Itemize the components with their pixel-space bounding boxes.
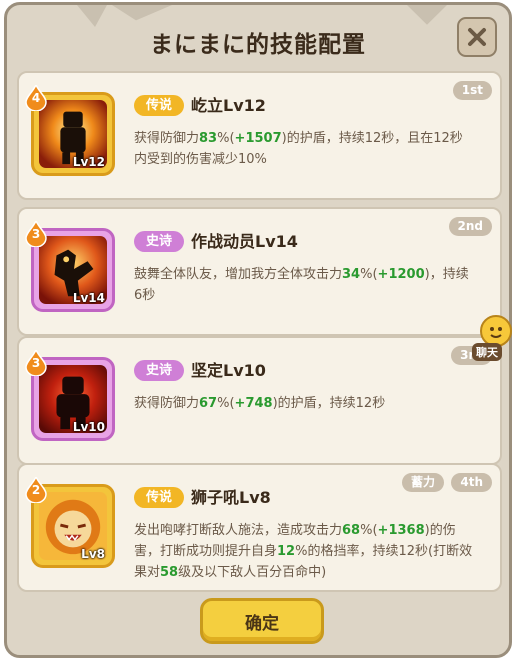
skill-description: 获得防御力83%(+1507)的护盾，持续12秒，且在12秒内受到的伤害减少10… [134, 128, 474, 170]
desc-text: %( [360, 523, 378, 538]
stone-crack-decoration [112, 5, 172, 21]
highlight-value: 34 [342, 267, 361, 282]
skill-description: 获得防御力67%(+748)的护盾，持续12秒 [134, 393, 474, 414]
desc-text: %( [360, 267, 378, 282]
stone-crack-decoration [77, 5, 107, 27]
desc-text: 获得防御力 [134, 396, 200, 411]
rarity-badge: 史诗 [134, 231, 184, 252]
order-badge: 4th [451, 473, 492, 492]
skill-config-dialog: まにまに的技能配置 Lv12 4 传说 屹立Lv12 1st 获得防御力83%(… [4, 2, 512, 658]
skill-name: 屹立Lv12 [191, 96, 266, 115]
close-button[interactable] [457, 17, 497, 57]
highlight-value: 58 [160, 565, 179, 580]
rarity-badge: 传说 [134, 487, 184, 508]
highlight-value: 83 [199, 131, 218, 146]
skill-icon-level: Lv10 [72, 420, 105, 434]
skill-icon-level: Lv8 [81, 547, 105, 561]
dialog-title: まにまに的技能配置 [150, 32, 366, 58]
skill-name: 坚定Lv10 [191, 361, 266, 380]
skill-card[interactable]: Lv10 3 史诗 坚定Lv10 3rd 获得防御力67%(+748)的护盾，持… [17, 336, 502, 465]
rarity-badge: 传说 [134, 95, 184, 116]
skill-card[interactable]: Lv12 4 传说 屹立Lv12 1st 获得防御力83%(+1507)的护盾，… [17, 71, 502, 200]
skill-icon-level: Lv14 [72, 291, 105, 305]
skill-name: 狮子吼Lv8 [191, 488, 271, 507]
rarity-badge: 史诗 [134, 360, 184, 381]
rank-badge: 3 [25, 219, 47, 248]
skill-icon-level: Lv12 [72, 155, 105, 169]
highlight-value: 68 [342, 523, 361, 538]
rank-badge: 4 [25, 83, 47, 112]
stone-crack-decoration [407, 5, 447, 25]
order-badge: 2nd [448, 217, 492, 236]
highlight-value: +748 [234, 396, 273, 411]
chat-label: 聊天 [472, 343, 502, 361]
desc-text: %( [217, 396, 235, 411]
desc-text: 级及以下敌人百分百命中) [178, 565, 327, 580]
order-badge: 1st [452, 81, 492, 100]
desc-text: )的护盾，持续12秒 [272, 396, 386, 411]
highlight-value: 67 [199, 396, 218, 411]
highlight-value: +1368 [377, 523, 425, 538]
highlight-value: +1507 [234, 131, 282, 146]
skill-name: 作战动员Lv14 [191, 232, 298, 251]
skill-card[interactable]: Lv14 3 史诗 作战动员Lv14 2nd 鼓舞全体队友，增加我方全体攻击力3… [17, 207, 502, 336]
rank-badge: 2 [25, 475, 47, 504]
highlight-value: 12 [277, 544, 296, 559]
charge-tag-badge: 蓄力 [401, 473, 444, 492]
desc-text: 获得防御力 [134, 131, 200, 146]
skill-description: 发出咆哮打断敌人施法，造成攻击力68%(+1368)的伤害，打断成功则提升自身1… [134, 520, 479, 583]
desc-text: 鼓舞全体队友，增加我方全体攻击力 [134, 267, 343, 282]
desc-text: %( [217, 131, 235, 146]
desc-text: 发出咆哮打断敌人施法，造成攻击力 [134, 523, 343, 538]
highlight-value: +1200 [377, 267, 425, 282]
chat-button[interactable]: 聊天 [472, 315, 514, 363]
skill-card[interactable]: Lv8 2 传说 狮子吼Lv8 蓄力 4th 发出咆哮打断敌人施法，造成攻击力6… [17, 463, 502, 592]
rank-badge: 3 [25, 348, 47, 377]
close-icon [468, 28, 486, 46]
skill-description: 鼓舞全体队友，增加我方全体攻击力34%(+1200)，持续6秒 [134, 264, 474, 306]
confirm-button[interactable]: 确定 [200, 598, 324, 644]
